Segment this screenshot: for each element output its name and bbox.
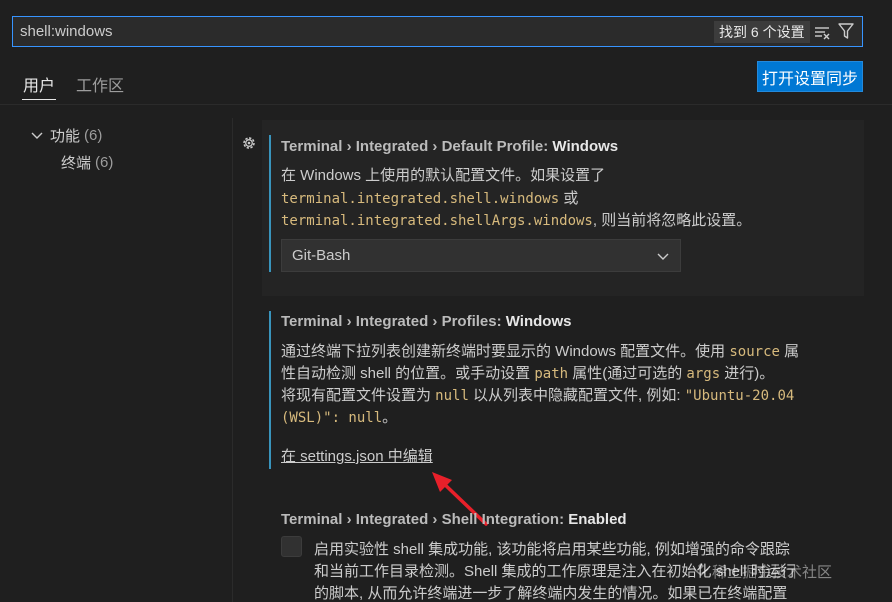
- code-snippet: terminal.integrated.shell.windows: [281, 191, 560, 207]
- setting-description: terminal.integrated.shell.windows 或: [281, 187, 578, 208]
- code-snippet: args: [686, 366, 721, 382]
- modified-indicator-bar: [269, 311, 271, 469]
- toc-group-count: (6): [84, 127, 103, 144]
- setting-title: Terminal › Integrated › Profiles: Window…: [281, 313, 571, 330]
- code-snippet: terminal.integrated.shellArgs.windows: [281, 213, 593, 229]
- setting-description: terminal.integrated.shellArgs.windows, 则…: [281, 209, 751, 230]
- description-text: , 则当前将忽略此设置。: [592, 212, 752, 229]
- search-input[interactable]: [20, 23, 620, 40]
- gear-icon[interactable]: [240, 134, 258, 152]
- description-text: 。: [382, 409, 398, 426]
- turn-on-settings-sync-button[interactable]: 打开设置同步: [757, 61, 863, 92]
- toc-divider: [232, 118, 233, 602]
- code-snippet: (WSL)": null: [281, 410, 383, 426]
- description-text: 属性(通过可选的: [568, 365, 687, 382]
- description-text: 或: [559, 190, 579, 207]
- setting-description: 的脚本, 从而允许终端进一步了解终端内发生的情况。如果已在终端配置: [314, 585, 788, 602]
- code-snippet: source: [729, 344, 780, 360]
- description-text: 通过终端下拉列表创建新终端时要显示的 Windows 配置文件。使用: [281, 343, 730, 360]
- setting-description: (WSL)": null。: [281, 406, 397, 427]
- toc-item-count: (6): [95, 154, 114, 171]
- toc-group-label: 功能: [50, 128, 81, 145]
- description-text: 属: [779, 343, 800, 360]
- code-snippet: "Ubuntu-20.04: [684, 388, 795, 404]
- settings-search-box[interactable]: 找到 6 个设置: [12, 16, 863, 47]
- setting-key: Windows: [552, 138, 619, 155]
- setting-description: 在 Windows 上使用的默认配置文件。如果设置了: [281, 167, 606, 184]
- tab-user[interactable]: 用户: [23, 72, 55, 96]
- setting-description: 通过终端下拉列表创建新终端时要显示的 Windows 配置文件。使用 sourc…: [281, 340, 799, 361]
- juejin-logo-icon: [693, 563, 709, 577]
- setting-key: Enabled: [568, 511, 627, 528]
- chevron-down-icon: [657, 253, 669, 260]
- filter-icon[interactable]: [837, 22, 855, 40]
- description-text: 将现有配置文件设置为: [281, 387, 436, 404]
- clear-search-icon[interactable]: [813, 23, 831, 41]
- setting-title: Terminal › Integrated › Default Profile:…: [281, 138, 618, 155]
- description-text: 性自动检测 shell 的位置。或手动设置: [281, 365, 535, 382]
- code-snippet: path: [534, 366, 569, 382]
- modified-indicator-bar: [269, 135, 271, 272]
- code-snippet: null: [435, 388, 469, 404]
- setting-description: 启用实验性 shell 集成功能, 该功能将启用某些功能, 例如增强的命令跟踪: [314, 541, 790, 558]
- chevron-down-icon: [31, 132, 43, 139]
- setting-description: 将现有配置文件设置为 null 以从列表中隐藏配置文件, 例如: "Ubuntu…: [281, 384, 794, 405]
- edit-in-settings-json-link[interactable]: 在 settings.json 中编辑: [281, 445, 433, 466]
- setting-title: Terminal › Integrated › Shell Integratio…: [281, 511, 627, 528]
- toc-group-features[interactable]: 功能 (6): [30, 125, 102, 146]
- active-tab-indicator: [22, 99, 56, 100]
- description-text: 进行)。: [720, 365, 775, 382]
- toc-item-label: 终端: [61, 155, 92, 172]
- select-value: Git-Bash: [292, 247, 351, 264]
- tab-workspace[interactable]: 工作区: [76, 72, 124, 96]
- default-profile-select[interactable]: Git-Bash: [281, 239, 681, 272]
- header-divider: [0, 104, 892, 105]
- setting-category: Terminal › Integrated › Shell Integratio…: [281, 511, 569, 528]
- setting-category: Terminal › Integrated › Default Profile:: [281, 138, 553, 155]
- shell-integration-checkbox[interactable]: [281, 536, 302, 557]
- setting-category: Terminal › Integrated › Profiles:: [281, 313, 506, 330]
- description-text: 以从列表中隐藏配置文件, 例如:: [468, 387, 685, 404]
- result-count-badge: 找到 6 个设置: [714, 21, 810, 43]
- setting-key: Windows: [505, 313, 572, 330]
- setting-description: 性自动检测 shell 的位置。或手动设置 path 属性(通过可选的 args…: [281, 362, 774, 383]
- toc-item-terminal[interactable]: 终端 (6): [61, 152, 113, 173]
- watermark: 稀土掘金技术社区: [712, 564, 833, 581]
